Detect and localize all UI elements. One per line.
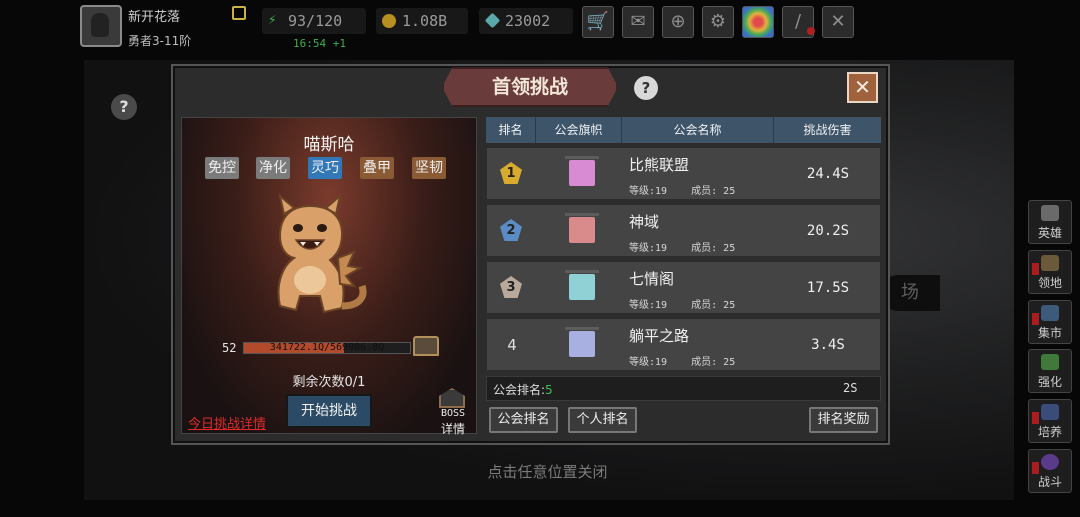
col-damage: 挑战伤害 [803,123,852,137]
energy-icon: ⚡ [268,12,277,28]
my-guild-rank: 公会排名:5 [493,381,553,398]
silver-medal-icon: 2 [500,219,522,241]
player-avatar[interactable] [80,5,122,47]
guild-name: 躺平之路 [629,327,690,345]
side-menu-label: 培养 [1037,425,1062,439]
dialog-title: 首领挑战 [442,67,618,107]
side-menu-label: 强化 [1037,375,1062,389]
guild-info: 等级:19 成员: 25 [629,243,736,254]
boss-level: 52 [222,341,237,355]
close-hint: 点击任意位置关闭 [487,463,608,481]
boss-cat-monster-image [277,193,367,314]
settings-gear-icon[interactable]: ⚙ [702,6,734,38]
col-rank: 排名 [486,117,536,143]
sword-icon[interactable]: / [782,6,815,38]
my-guild-rank-value: 5 [545,383,553,397]
guild-info: 等级:19 成员: 25 [629,357,736,368]
table-row[interactable]: 1 比熊联盟 等级:19 成员: 25 24.4S [486,147,881,200]
rainbow-wheel-icon[interactable] [742,6,774,38]
guild-banner-icon [565,156,599,186]
enhance-icon [1041,354,1059,370]
crossed-swords-icon[interactable]: ✕ [822,6,854,38]
boss-hp-bar: 341722.1Q/569986.8Q [243,342,411,354]
hero-icon [1041,205,1059,221]
guild-banner-icon [565,327,599,357]
boss-trait-tag[interactable]: 灵巧 [308,157,342,179]
guild-name: 七情阁 [629,270,675,288]
energy-value: 93/120 [288,12,343,30]
train-icon [1041,404,1059,420]
my-guild-rank-label: 公会排名: [493,383,546,397]
gold-medal-icon: 1 [500,162,522,184]
boss-trait-tag[interactable]: 坚韧 [412,157,446,179]
guild-rank-button[interactable]: 公会排名 [489,407,558,433]
player-rank: 勇者3-11阶 [128,34,192,48]
my-guild-damage: 2S [843,381,858,395]
rank-reward-button[interactable]: 排名奖励 [809,407,878,433]
guild-damage: 17.5S [806,280,850,296]
guild-damage: 3.4S [811,337,845,353]
guild-damage: 20.2S [806,223,850,239]
boss-trait-tag[interactable]: 净化 [256,157,290,179]
player-name: 新开花落 [128,10,181,25]
col-guild-banner: 公会旗帜 [536,117,622,143]
guild-info: 等级:19 成员: 25 [629,300,736,311]
boss-trait-tag[interactable]: 叠甲 [360,157,394,179]
guild-name: 神域 [629,213,660,231]
market-icon [1041,305,1059,321]
side-menu-train[interactable]: 培养 [1028,399,1072,443]
table-row[interactable]: 3 七情阁 等级:19 成员: 25 17.5S [486,261,881,314]
remaining-attempts: 剩余次数0/1 [292,375,366,390]
side-menu-territory[interactable]: 领地 [1028,250,1072,294]
guild-damage: 24.4S [806,166,850,182]
personal-rank-button[interactable]: 个人排名 [568,407,637,433]
side-menu-label: 集市 [1037,326,1062,340]
help-icon[interactable]: ? [111,94,137,120]
boss-trait-tag[interactable]: 免控 [205,157,239,179]
guild-banner-icon [565,213,599,243]
boss-hp-text: 341722.1Q/569986.8Q [269,342,385,353]
my-guild-rank-bar: 公会排名:5 2S [486,376,881,401]
notification-dot [807,27,815,35]
start-challenge-button[interactable]: 开始挑战 [286,394,372,428]
side-menu-enhance[interactable]: 强化 [1028,349,1072,393]
boss-details-label-top[interactable]: BOSS [432,408,474,419]
question-icon[interactable]: ? [634,76,658,100]
rank-number: 4 [507,336,517,354]
guild-info: 等级:19 成员: 25 [629,186,736,197]
side-menu-label: 领地 [1037,276,1062,290]
shop-cart-icon[interactable]: 🛒 [582,6,614,38]
guild-banner-icon [565,270,599,300]
top-bar: 新开花落 勇者3-11阶 ⚡ 93/120 16:54 +1 1.08B 230… [0,0,1080,52]
boss-name: 喵斯哈 [303,135,355,155]
guild-name: 比熊联盟 [629,156,690,174]
mail-icon[interactable]: ✉ [622,6,654,38]
side-menu-label: 英雄 [1037,226,1062,240]
col-guild-name: 公会名称 [622,117,774,143]
side-menu-market[interactable]: 集市 [1028,300,1072,344]
gold-value: 1.08B [402,12,448,30]
territory-icon [1041,255,1059,271]
ranking-table-header: 排名 公会旗帜 公会名称 挑战伤害 [486,117,881,143]
treasure-chest-icon[interactable] [413,336,439,356]
edit-name-icon[interactable] [232,6,246,20]
gem-counter[interactable]: 23002 [479,8,573,34]
today-challenge-details-link[interactable]: 今日挑战详情 [188,413,266,432]
table-row[interactable]: 2 神域 等级:19 成员: 25 20.2S [486,204,881,257]
energy-timer: 16:54 +1 [293,37,346,50]
table-row[interactable]: 4 躺平之路 等级:19 成员: 25 3.4S [486,318,881,371]
boss-details-label-bottom[interactable]: 详情 [432,420,474,437]
side-menu-hero[interactable]: 英雄 [1028,200,1072,244]
close-button[interactable]: ✕ [847,72,878,103]
gold-coin-icon [382,14,396,28]
gem-icon [484,12,501,29]
gold-counter[interactable]: 1.08B [376,8,468,34]
gem-value: 23002 [505,12,551,30]
bronze-medal-icon: 3 [500,276,522,298]
gamepad-icon[interactable]: ⊕ [662,6,694,38]
energy-counter[interactable]: ⚡ 93/120 [262,8,366,34]
